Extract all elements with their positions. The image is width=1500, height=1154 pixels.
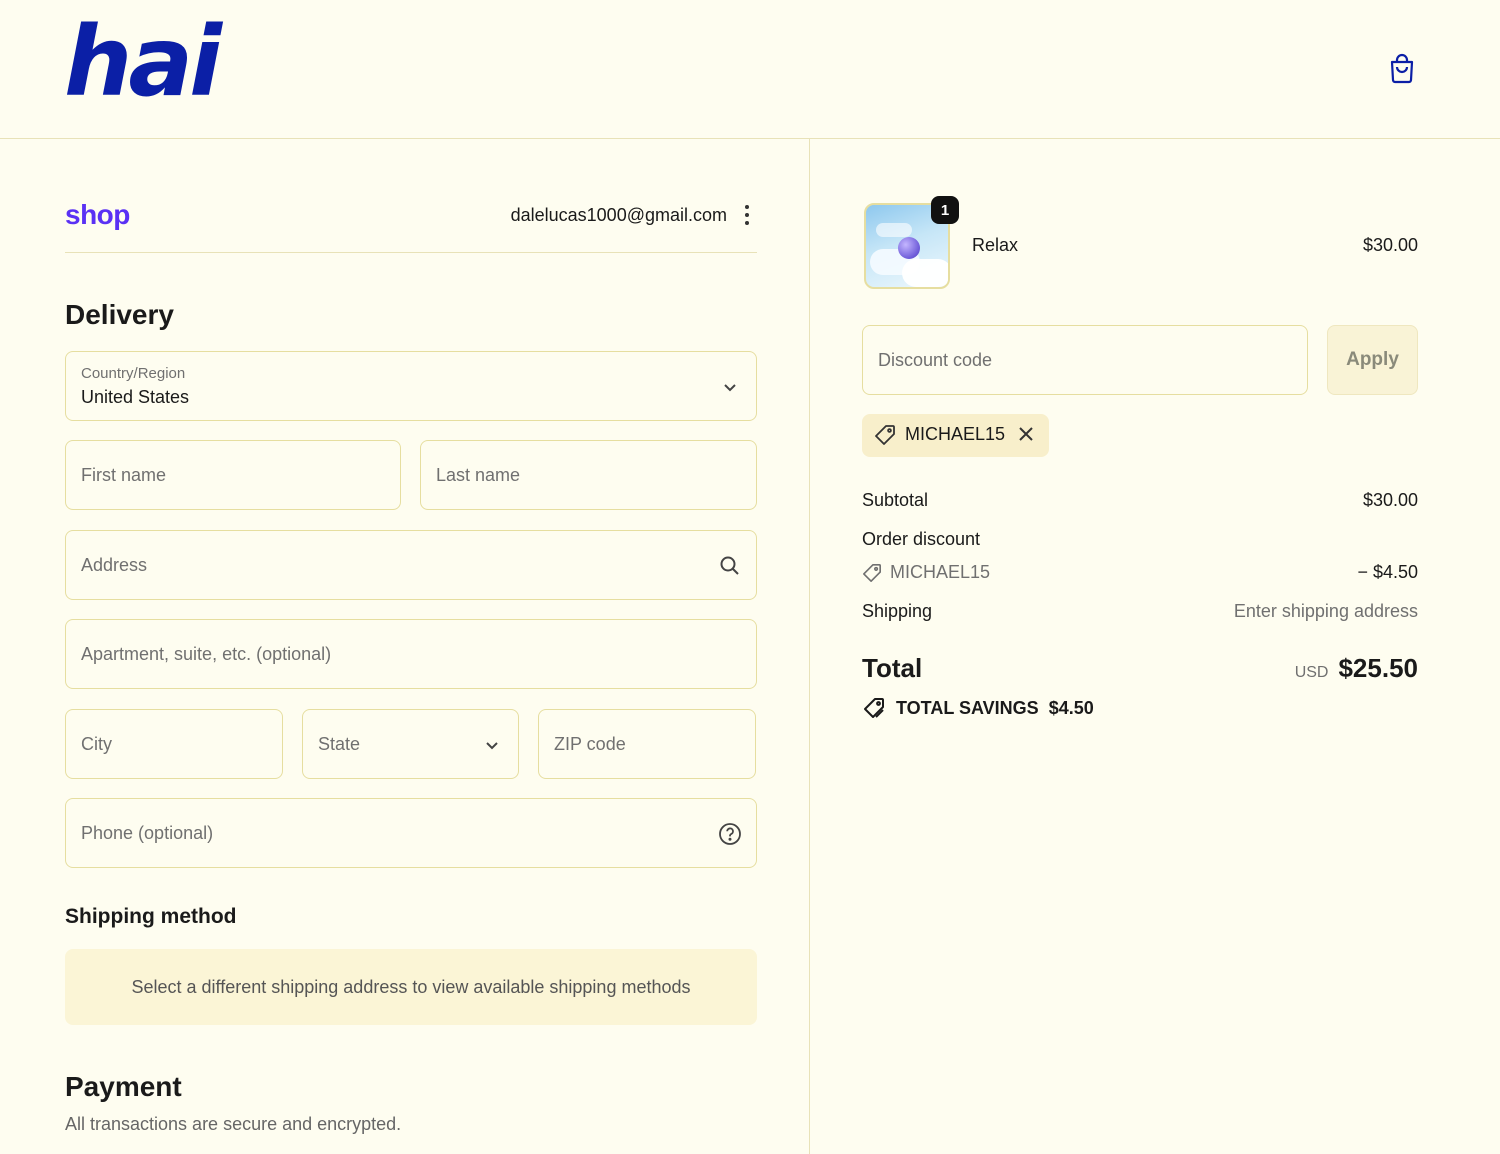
shipping-label: Shipping	[862, 601, 933, 621]
tag-icon	[863, 563, 881, 582]
discount-code-placeholder: Discount code	[878, 350, 993, 370]
apartment-field[interactable]: Apartment, suite, etc. (optional)	[65, 619, 757, 689]
search-icon	[718, 554, 742, 578]
total-savings-value: $4.50	[1048, 697, 1094, 718]
city-field[interactable]: City	[65, 709, 283, 779]
payment-heading: Payment	[65, 1071, 182, 1102]
account-email: dalelucas1000@gmail.com	[510, 205, 727, 225]
order-discount-code: MICHAEL15	[890, 562, 991, 582]
delivery-heading: Delivery	[65, 299, 174, 330]
zip-field[interactable]: ZIP code	[538, 709, 756, 779]
order-discount-value: − $4.50	[1357, 562, 1418, 582]
zip-placeholder: ZIP code	[554, 734, 626, 754]
chevron-down-icon	[718, 375, 742, 399]
shipping-method-heading: Shipping method	[65, 905, 237, 928]
cart-button[interactable]	[1384, 50, 1420, 86]
total-savings-label: TOTAL SAVINGS	[896, 697, 1039, 718]
total-label: Total	[862, 653, 923, 683]
phone-field[interactable]: Phone (optional)	[65, 798, 757, 868]
country-value: United States	[81, 387, 190, 407]
apply-discount-button[interactable]: Apply	[1327, 325, 1418, 395]
total-amount: $25.50	[1338, 653, 1418, 683]
help-icon[interactable]	[718, 822, 742, 846]
address-placeholder: Address	[81, 555, 148, 575]
subtotal-value: $30.00	[1362, 490, 1418, 510]
city-placeholder: City	[81, 734, 112, 754]
address-field[interactable]: Address	[65, 530, 757, 600]
column-divider	[809, 139, 810, 1154]
state-select[interactable]: State	[302, 709, 519, 779]
product-name: Relax	[972, 235, 1019, 255]
state-placeholder: State	[318, 734, 361, 754]
double-tag-icon	[864, 698, 884, 718]
first-name-field[interactable]: First name	[65, 440, 401, 510]
subtotal-label: Subtotal	[862, 490, 929, 510]
remove-discount-icon[interactable]	[1016, 424, 1036, 449]
brand-logo[interactable]: hai	[64, 14, 222, 110]
order-discount-label: Order discount	[862, 529, 981, 549]
apartment-placeholder: Apartment, suite, etc. (optional)	[81, 644, 332, 664]
total-price: USD $25.50	[1295, 653, 1418, 684]
shipping-method-notice: Select a different shipping address to v…	[65, 949, 757, 1025]
tag-icon	[874, 424, 896, 451]
last-name-field[interactable]: Last name	[420, 440, 757, 510]
quantity-badge: 1	[931, 196, 959, 224]
discount-code-input[interactable]: Discount code	[862, 325, 1308, 395]
phone-placeholder: Phone (optional)	[81, 823, 214, 843]
total-savings: TOTAL SAVINGS $4.50	[862, 696, 1094, 720]
kebab-menu-icon[interactable]	[741, 203, 753, 227]
applied-discount-chip: MICHAEL15	[862, 414, 1049, 457]
shop-account-row: shop dalelucas1000@gmail.com	[65, 195, 757, 253]
first-name-placeholder: First name	[81, 465, 167, 485]
shopping-bag-icon	[1390, 53, 1414, 84]
shop-pay-logo: shop	[65, 199, 130, 230]
total-currency: USD	[1294, 664, 1329, 681]
payment-secure-text: All transactions are secure and encrypte…	[65, 1114, 402, 1134]
country-select[interactable]: Country/Region United States	[65, 351, 757, 421]
order-discount-code-row: MICHAEL15	[862, 562, 990, 583]
country-label: Country/Region	[81, 365, 186, 382]
shipping-value: Enter shipping address	[1233, 601, 1418, 621]
applied-discount-code: MICHAEL15	[905, 424, 1006, 444]
site-header: hai	[0, 0, 1500, 139]
chevron-down-icon	[480, 733, 504, 757]
last-name-placeholder: Last name	[436, 465, 521, 485]
product-price: $30.00	[1362, 235, 1418, 255]
